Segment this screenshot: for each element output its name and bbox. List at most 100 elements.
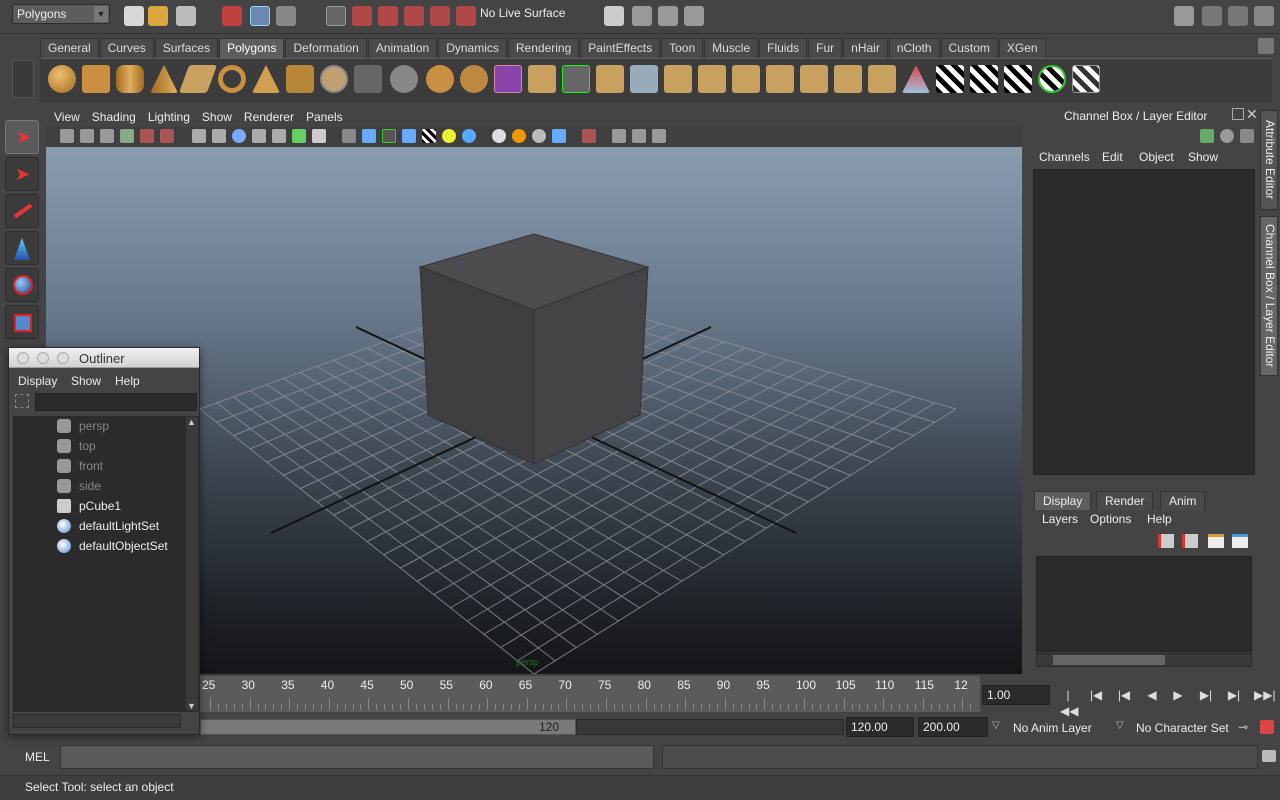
rotate-tool-button[interactable]	[5, 268, 39, 302]
render-frame-icon[interactable]	[632, 6, 652, 26]
separate-icon[interactable]	[390, 65, 418, 93]
step-forward-key-icon[interactable]: ▶|	[1198, 687, 1214, 703]
go-to-start-icon[interactable]: |◀◀	[1060, 687, 1078, 718]
grid-icon[interactable]	[192, 129, 206, 143]
outliner-item-defaultlightset[interactable]: defaultLightSet	[57, 516, 177, 536]
bookmarks-icon[interactable]	[100, 129, 114, 143]
depth-of-field-icon[interactable]	[552, 129, 566, 143]
window-close-icon[interactable]	[17, 352, 29, 364]
image-plane-icon[interactable]	[120, 129, 134, 143]
poly-plane-icon[interactable]	[178, 65, 218, 93]
poly-sphere-icon[interactable]	[48, 65, 76, 93]
textured-icon[interactable]	[422, 129, 436, 143]
panel-menu-renderer[interactable]: Renderer	[244, 107, 294, 127]
save-scene-icon[interactable]	[176, 6, 196, 26]
layer-menu-help[interactable]: Help	[1147, 512, 1172, 526]
layer-tab-render[interactable]: Render	[1096, 491, 1154, 510]
window-zoom-icon[interactable]	[57, 352, 69, 364]
outliner-vertical-scrollbar[interactable]: ▲ ▼	[185, 416, 199, 712]
outliner-item-defaultobjectset[interactable]: defaultObjectSet	[57, 536, 177, 556]
move-tool-button[interactable]	[5, 231, 39, 265]
new-layer-from-selection-icon[interactable]	[1232, 534, 1248, 548]
snap-curve-icon[interactable]	[352, 6, 372, 26]
sculpt-geometry-icon[interactable]	[868, 65, 896, 93]
lasso-tool-button[interactable]: ➤	[5, 157, 39, 191]
poly-pipe-icon[interactable]	[286, 65, 314, 93]
anim-layer-chevron-icon[interactable]: ▽	[992, 720, 1000, 731]
panel-menu-panels[interactable]: Panels	[306, 107, 343, 127]
script-editor-icon[interactable]	[1262, 750, 1276, 762]
poly-cube-icon[interactable]	[82, 65, 110, 93]
motion-blur-icon[interactable]	[512, 129, 526, 143]
checker-map-icon[interactable]	[1072, 65, 1100, 93]
uv-texture-editor-icon[interactable]	[1038, 65, 1066, 93]
window-minimize-icon[interactable]	[37, 352, 49, 364]
shelf-tab-nhair[interactable]: nHair	[843, 38, 888, 58]
move-layer-up-icon[interactable]	[1158, 534, 1174, 548]
make-live-icon[interactable]	[430, 6, 450, 26]
command-input[interactable]	[60, 745, 654, 769]
xray-icon[interactable]	[402, 129, 416, 143]
poly-pyramid-icon[interactable]	[252, 65, 280, 93]
shelf-menu-icon[interactable]	[12, 60, 34, 98]
animation-preferences-icon[interactable]	[1260, 720, 1274, 734]
new-scene-icon[interactable]	[124, 6, 144, 26]
menu-set-select[interactable]: Polygons ▼	[12, 4, 110, 24]
layer-menu-options[interactable]: Options	[1090, 512, 1131, 526]
animation-end-field[interactable]: 200.00	[918, 717, 988, 737]
go-to-end-icon[interactable]: ▶▶|	[1254, 687, 1276, 703]
step-forward-frame-icon[interactable]: ▶|	[1226, 687, 1242, 703]
outliner-item-top[interactable]: top	[57, 436, 177, 456]
automatic-mapping-icon[interactable]	[936, 65, 964, 93]
channel-list-area[interactable]	[1033, 169, 1255, 475]
insert-edge-loop-icon[interactable]	[732, 65, 760, 93]
shelf-tab-ncloth[interactable]: nCloth	[888, 38, 940, 58]
cb-menu-show[interactable]: Show	[1188, 150, 1218, 164]
panel-menu-view[interactable]: View	[54, 107, 80, 127]
pcube1-mesh[interactable]	[418, 233, 650, 465]
scroll-thumb[interactable]	[1053, 655, 1165, 665]
outliner-item-side[interactable]: side	[57, 476, 177, 496]
outliner-menu-help[interactable]: Help	[115, 374, 140, 388]
play-forwards-icon[interactable]: ▶	[1170, 687, 1186, 703]
grease-pencil-icon[interactable]	[160, 129, 174, 143]
channel-box-side-tab[interactable]: Channel Box / Layer Editor	[1260, 216, 1278, 376]
outliner-item-persp[interactable]: persp	[57, 416, 177, 436]
ipr-render-icon[interactable]	[658, 6, 678, 26]
open-scene-icon[interactable]	[148, 6, 168, 26]
manipulator-icon[interactable]	[1200, 129, 1214, 143]
booleans-icon[interactable]	[494, 65, 522, 93]
2d-pan-zoom-icon[interactable]	[140, 129, 154, 143]
outliner-titlebar[interactable]: Outliner	[9, 348, 199, 368]
shelf-tab-deformation[interactable]: Deformation	[285, 38, 367, 58]
split-polygon-icon[interactable]	[698, 65, 726, 93]
speed-icon[interactable]	[1220, 129, 1234, 143]
field-chart-icon[interactable]	[272, 129, 286, 143]
resolution-gate-icon[interactable]	[232, 129, 246, 143]
shelf-tab-fluids[interactable]: Fluids	[759, 38, 808, 58]
combine-icon[interactable]	[354, 65, 382, 93]
poly-soccer-ball-icon[interactable]	[320, 65, 348, 93]
shelf-tab-surfaces[interactable]: Surfaces	[154, 38, 219, 58]
xray-active-components-icon[interactable]	[632, 129, 646, 143]
cylindrical-mapping-icon[interactable]	[970, 65, 998, 93]
attribute-editor-toggle-icon[interactable]	[1202, 6, 1222, 26]
layer-horizontal-scrollbar[interactable]	[1036, 653, 1252, 667]
shadows-icon[interactable]	[462, 129, 476, 143]
merge-icon[interactable]	[766, 65, 794, 93]
select-by-component-icon[interactable]	[276, 6, 296, 26]
poly-cone-icon[interactable]	[150, 65, 178, 93]
safe-action-icon[interactable]	[292, 129, 306, 143]
outliner-menu-display[interactable]: Display	[18, 374, 57, 388]
snap-view-plane-icon[interactable]	[404, 6, 424, 26]
smooth-icon[interactable]	[460, 65, 488, 93]
magnet-icon[interactable]	[456, 6, 476, 26]
scroll-up-icon[interactable]: ▲	[187, 417, 196, 427]
camera-attributes-icon[interactable]	[80, 129, 94, 143]
playback-end-field[interactable]: 120.00	[846, 717, 914, 737]
shelf-tab-curves[interactable]: Curves	[99, 38, 154, 58]
average-vertices-icon[interactable]	[528, 65, 556, 93]
poly-torus-icon[interactable]	[218, 65, 246, 93]
shelf-tab-painteffects[interactable]: PaintEffects	[580, 38, 661, 58]
move-layer-down-icon[interactable]	[1182, 534, 1198, 548]
